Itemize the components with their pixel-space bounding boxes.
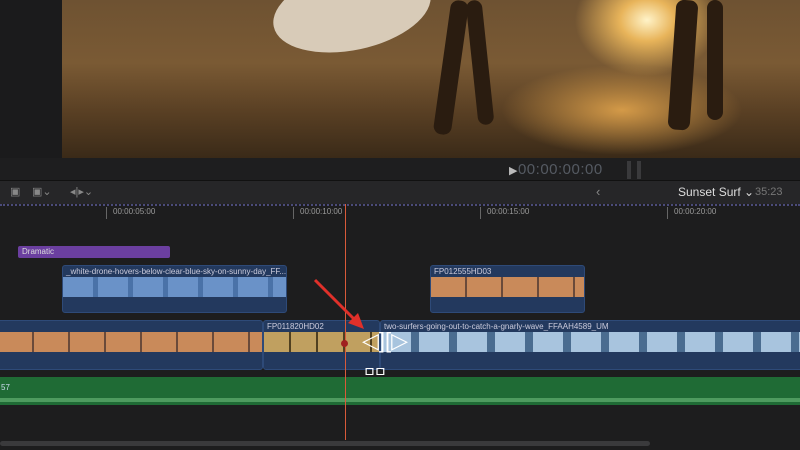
ruler-label: 00:00:10:00: [300, 207, 343, 216]
append-icon[interactable]: ▣⌄: [32, 185, 52, 198]
project-duration: 35:23: [755, 186, 783, 198]
surfer-leg: [465, 0, 495, 126]
skimmer-marker: [341, 340, 348, 347]
surfer-leg: [667, 0, 699, 131]
clip-label: FP012555HD03: [434, 267, 492, 276]
primary-clip-sunset[interactable]: [0, 320, 263, 370]
timecode: 00:00:00:00: [517, 161, 603, 178]
audio-waveform: [0, 398, 800, 402]
video-viewer: [62, 0, 800, 158]
clip-thumbnails: [431, 277, 584, 297]
clip-thumbnails: [0, 332, 262, 352]
ruler-tick: [480, 207, 481, 219]
ruler-label: 00:00:15:00: [487, 207, 530, 216]
clip-label: two-surfers-going-out-to-catch-a-gnarly-…: [384, 322, 609, 331]
viewer-controls: [0, 158, 800, 181]
clip-appearance-icon[interactable]: ▣: [10, 185, 20, 198]
back-button[interactable]: ‹: [596, 184, 600, 199]
clip-thumbnails: [381, 332, 800, 352]
horizontal-scrollbar[interactable]: [0, 441, 650, 446]
connected-clip-drone[interactable]: _white-drone-hovers-below-clear-blue-sky…: [62, 265, 287, 313]
red-arrow-annotation: [313, 278, 364, 329]
ruler-label: 00:00:20:00: [674, 207, 717, 216]
ruler-label: 00:00:05:00: [113, 207, 156, 216]
surfer-leg: [432, 0, 470, 136]
trim-tool-icon[interactable]: ◂|▸⌄: [70, 185, 93, 198]
audio-meter-icon: [627, 161, 641, 179]
project-name-dropdown[interactable]: Sunset Surf ⌄: [678, 185, 754, 199]
filmstrip-trim-icon: ㅁㅁ: [363, 364, 387, 380]
timecode-display[interactable]: ▶00:00:00:00: [509, 161, 603, 178]
viewer-sidebar: [0, 0, 62, 158]
ruler-tick: [293, 207, 294, 219]
primary-clip-two-surfers[interactable]: two-surfers-going-out-to-catch-a-gnarly-…: [380, 320, 800, 370]
play-icon[interactable]: ▶: [509, 165, 518, 177]
clip-thumbnails: [63, 277, 286, 297]
clip-label: _white-drone-hovers-below-clear-blue-sky…: [66, 267, 287, 276]
surfboard: [265, 0, 439, 66]
surfer-leg: [707, 0, 723, 120]
ruler-tick: [106, 207, 107, 219]
connected-clip-fp012555[interactable]: FP012555HD03: [430, 265, 585, 313]
clip-label: [0, 321, 262, 332]
ripple-trim-cursor-icon: ◁][▷: [362, 328, 409, 353]
audio-label: 57: [1, 383, 10, 392]
ruler-tick: [667, 207, 668, 219]
title-clip-dramatic[interactable]: Dramatic: [18, 246, 170, 258]
